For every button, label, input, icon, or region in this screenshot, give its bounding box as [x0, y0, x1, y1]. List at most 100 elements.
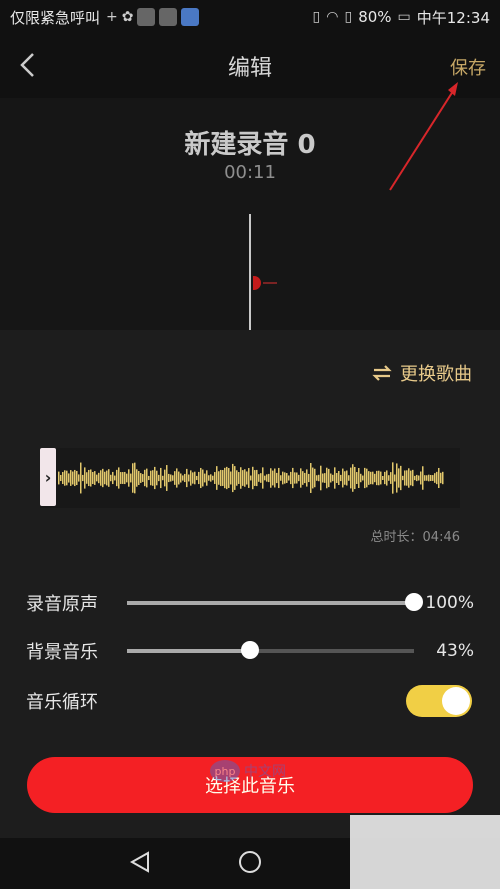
- change-song-label: 更换歌曲: [400, 364, 472, 385]
- waveform-bar: [314, 468, 316, 488]
- waveform-bar: [248, 468, 250, 488]
- waveform-bar: [162, 475, 164, 481]
- original-volume-knob[interactable]: [405, 593, 423, 611]
- waveform-bar: [110, 474, 112, 482]
- waveform-bar: [376, 470, 378, 486]
- waveform-bar: [194, 471, 196, 485]
- waveform-bar: [300, 468, 302, 488]
- waveform-bar: [82, 474, 84, 482]
- waveform-bar: [68, 473, 70, 483]
- waveform-bar: [158, 474, 160, 482]
- waveform-bar: [334, 467, 336, 489]
- waveform-bar: [218, 471, 220, 485]
- waveform-bar: [308, 473, 310, 483]
- waveform-bar: [316, 475, 318, 481]
- waveform-bar: [122, 472, 124, 484]
- waveform-bar: [182, 475, 184, 481]
- waveform-bar: [176, 468, 178, 488]
- waveform-bar: [136, 469, 138, 487]
- waveform-bar: [242, 470, 244, 486]
- waveform-bar: [328, 468, 330, 488]
- waveform-bar: [256, 469, 258, 487]
- playhead-line[interactable]: [249, 214, 251, 330]
- waveform-bar: [140, 473, 142, 483]
- waveform-bar: [62, 472, 64, 484]
- change-song-button[interactable]: 更换歌曲: [372, 360, 472, 386]
- waveform-bar: [398, 468, 400, 488]
- trim-handle[interactable]: ›: [40, 448, 56, 506]
- loop-toggle-knob: [442, 687, 470, 715]
- waveform-bar: [88, 469, 90, 487]
- waveform-bar: [390, 472, 392, 484]
- music-waveform[interactable]: ›: [40, 448, 460, 508]
- waveform-bar: [92, 471, 94, 485]
- waveform-bar: [358, 468, 360, 488]
- waveform-bar: [402, 475, 404, 481]
- waveform-bar: [230, 471, 232, 485]
- watermark-overlay: [350, 815, 500, 889]
- waveform-graph: [58, 462, 444, 494]
- waveform-bar: [354, 466, 356, 490]
- recording-marker: [253, 276, 261, 290]
- waveform-bar: [268, 473, 270, 483]
- waveform-bar: [296, 472, 298, 484]
- waveform-bar: [78, 474, 80, 482]
- waveform-bar: [440, 472, 442, 484]
- waveform-bar: [138, 471, 140, 485]
- waveform-bar: [288, 475, 290, 481]
- original-volume-slider[interactable]: [127, 593, 423, 611]
- waveform-bar: [196, 475, 198, 481]
- waveform-bar: [198, 471, 200, 485]
- waveform-bar: [416, 474, 418, 482]
- waveform-bar: [324, 473, 326, 483]
- bg-music-slider[interactable]: [127, 641, 414, 659]
- waveform-bar: [310, 463, 312, 493]
- waveform-bar: [206, 470, 208, 486]
- waveform-bar: [346, 470, 348, 486]
- waveform-bar: [238, 472, 240, 484]
- waveform-bar: [366, 468, 368, 488]
- bg-music-fill: [127, 649, 251, 653]
- waveform-bar: [102, 468, 104, 488]
- waveform-bar: [80, 462, 82, 494]
- annotation-arrow: [389, 82, 458, 191]
- waveform-bar: [426, 475, 428, 481]
- waveform-bar: [232, 463, 234, 493]
- waveform-bar: [374, 473, 376, 483]
- swap-icon: [372, 365, 392, 381]
- waveform-bar: [264, 475, 266, 481]
- loop-toggle[interactable]: [406, 685, 472, 717]
- watermark-logo: php 中文网: [210, 760, 286, 782]
- waveform-bar: [250, 475, 252, 481]
- waveform-bar: [414, 475, 416, 481]
- waveform-bar: [272, 470, 274, 486]
- waveform-bar: [350, 467, 352, 489]
- waveform-bar: [164, 469, 166, 487]
- bg-music-knob[interactable]: [241, 641, 260, 659]
- nav-home-icon[interactable]: [238, 850, 262, 874]
- waveform-bar: [252, 466, 254, 490]
- nav-back-icon[interactable]: [128, 850, 152, 874]
- waveform-bar: [342, 468, 344, 488]
- waveform-bar: [130, 473, 132, 483]
- loop-row: 音乐循环: [0, 681, 500, 721]
- waveform-bar: [154, 466, 156, 490]
- waveform-bar: [172, 475, 174, 481]
- waveform-bar: [362, 475, 364, 481]
- waveform-bar: [424, 475, 426, 481]
- waveform-bar: [244, 469, 246, 487]
- loop-label: 音乐循环: [26, 692, 98, 713]
- waveform-bar: [126, 473, 128, 483]
- waveform-bar: [234, 466, 236, 490]
- waveform-bar: [434, 473, 436, 483]
- waveform-bar: [396, 463, 398, 493]
- bg-music-row: 背景音乐 43%: [0, 631, 500, 671]
- waveform-bar: [152, 470, 154, 486]
- waveform-bar: [240, 467, 242, 489]
- recording-marker-tail: [263, 282, 277, 284]
- waveform-bar: [320, 465, 322, 491]
- waveform-bar: [142, 474, 144, 482]
- waveform-bar: [188, 474, 190, 482]
- waveform-bar: [84, 467, 86, 489]
- waveform-bar: [378, 470, 380, 486]
